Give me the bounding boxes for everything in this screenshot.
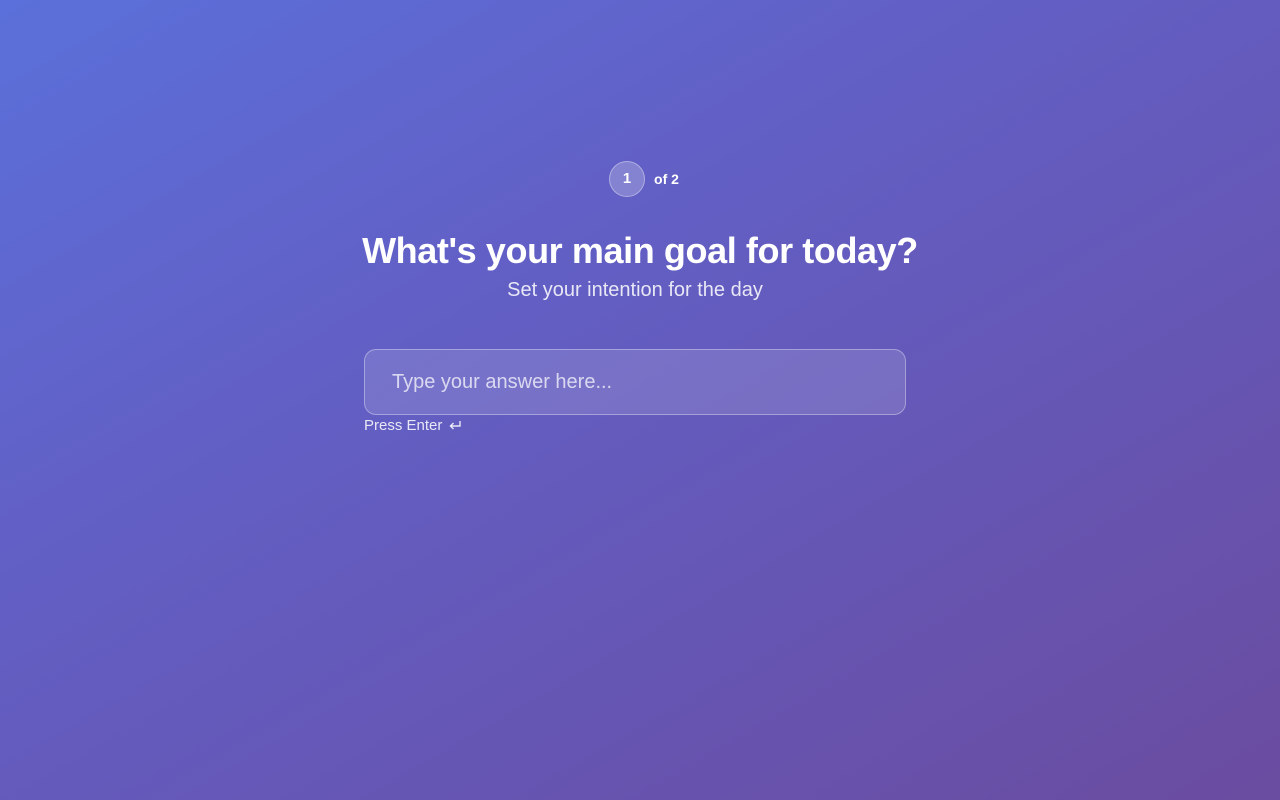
question-subtitle: Set your intention for the day [507,279,763,302]
step-indicator: 1 of 2 [382,160,906,197]
enter-return-icon [448,420,462,432]
press-enter-label: Press Enter [364,417,443,435]
step-total-label: of 2 [654,170,679,187]
step-current-badge: 1 [609,160,646,197]
answer-input[interactable] [364,349,906,416]
press-enter-hint: Press Enter [364,417,906,434]
question-title: What's your main goal for today? [362,230,918,271]
question-card: 1 of 2 What's your main goal for today? … [362,160,918,434]
